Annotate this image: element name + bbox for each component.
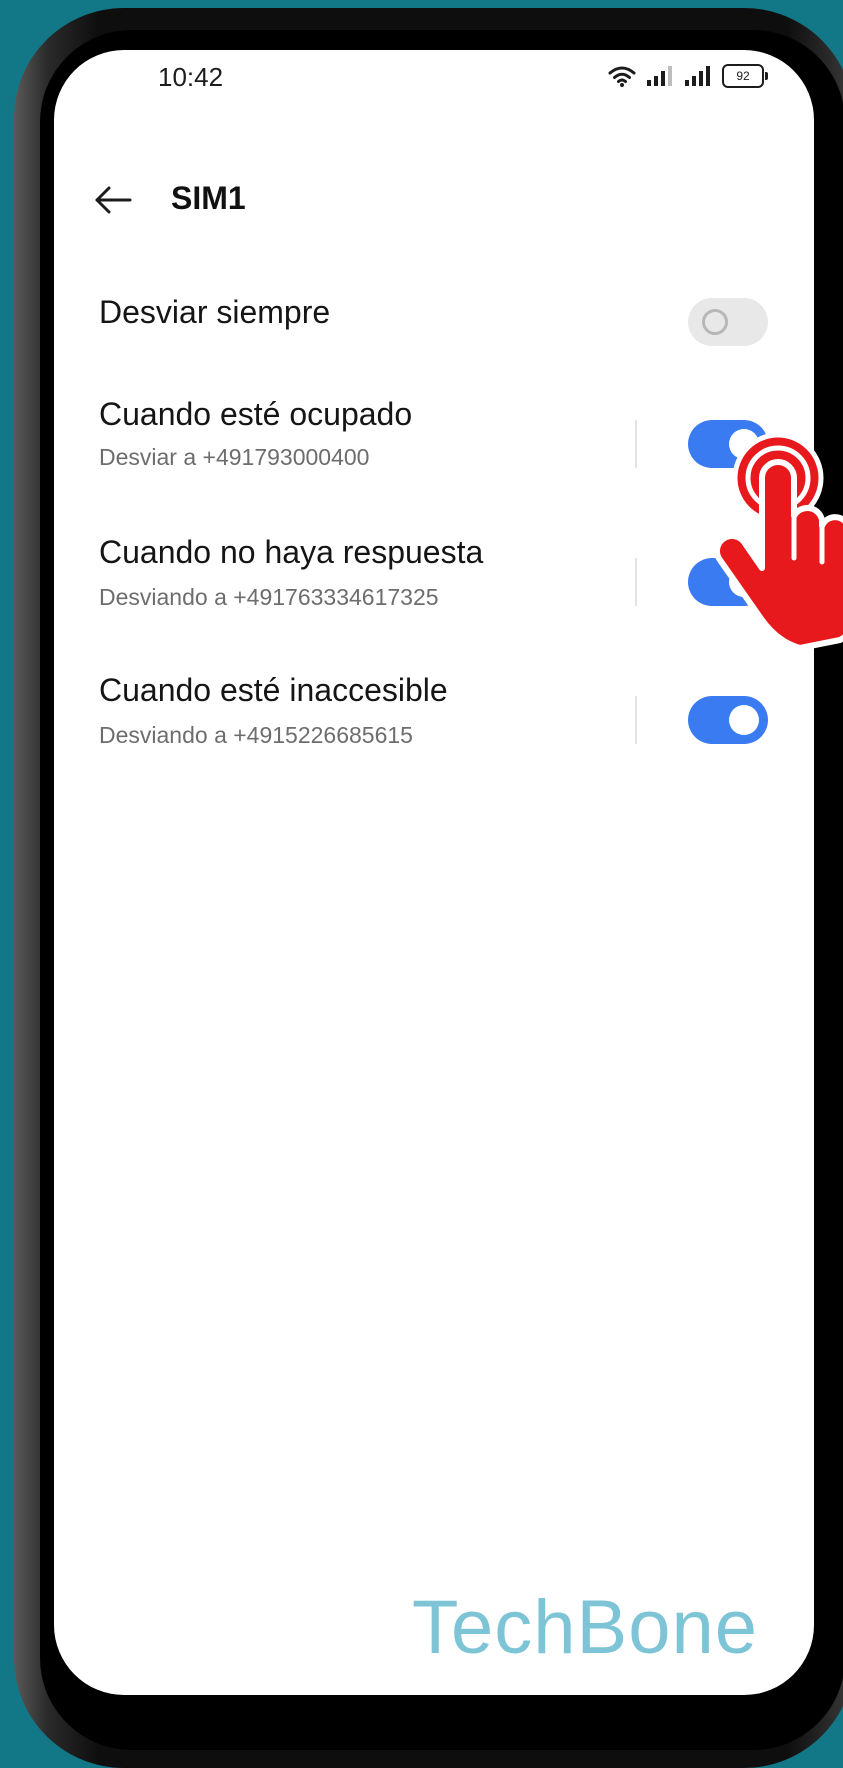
page-title: SIM1: [171, 180, 246, 216]
divider: [635, 558, 637, 606]
divider: [635, 696, 637, 744]
battery-icon: 92: [722, 64, 768, 88]
toggle-switch[interactable]: [688, 298, 768, 346]
hand-pointer-icon: [714, 432, 843, 650]
setting-title: Cuando esté inaccesible: [99, 672, 448, 708]
page-header: SIM1: [54, 170, 814, 240]
phone-screen: 10:42 92 SIM1 Desviar siempre Cuando est…: [54, 50, 814, 1695]
setting-row-always-forward[interactable]: Desviar siempre: [54, 280, 814, 360]
status-icons: 92: [608, 64, 768, 88]
toggle-switch[interactable]: [688, 696, 768, 744]
setting-subtitle: Desviando a +491763334617325: [99, 584, 439, 610]
divider: [635, 420, 637, 468]
watermark: TechBone: [412, 1585, 759, 1670]
arrow-left-icon: [95, 186, 132, 214]
toggle-knob: [702, 309, 728, 335]
setting-title: Cuando esté ocupado: [99, 396, 413, 432]
setting-subtitle: Desviar a +491793000400: [99, 444, 370, 470]
status-bar: 10:42 92: [54, 50, 814, 130]
signal-icon: [685, 66, 710, 86]
setting-title: Cuando no haya respuesta: [99, 534, 484, 570]
setting-row-unreachable[interactable]: Cuando esté inaccesible Desviando a +491…: [54, 666, 814, 776]
wifi-icon: [608, 66, 636, 87]
back-button[interactable]: [88, 170, 138, 230]
setting-subtitle: Desviando a +4915226685615: [99, 722, 413, 748]
toggle-knob: [729, 705, 759, 735]
signal-icon: [647, 66, 672, 86]
setting-title: Desviar siempre: [99, 294, 331, 330]
status-time: 10:42: [158, 62, 224, 92]
